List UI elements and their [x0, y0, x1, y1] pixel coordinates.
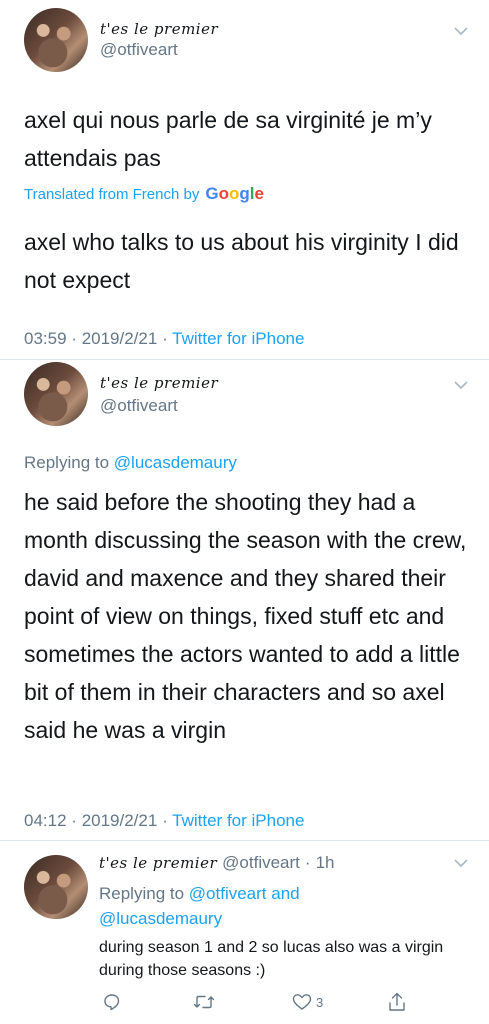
translated-label: Translated from French by [24, 186, 200, 203]
reply-button[interactable] [103, 993, 121, 1011]
mention-link[interactable]: @lucasdemaury [99, 909, 222, 928]
tweet-source-link[interactable]: Twitter for iPhone [172, 811, 304, 830]
display-name[interactable]: t'es le premier [100, 20, 218, 38]
divider [0, 840, 489, 841]
replying-to: Replying to @lucasdemaury [24, 453, 237, 473]
avatar[interactable] [24, 362, 88, 426]
mention-link[interactable]: @lucasdemaury [114, 453, 237, 472]
like-count: 3 [316, 994, 324, 1010]
reply-icon [104, 994, 120, 1011]
tweet-text: he said before the shooting they had a m… [24, 489, 467, 743]
reply-header: t'es le premier @otfiveart · 1h [99, 853, 334, 873]
translation-attribution[interactable]: Translated from French by Google [24, 184, 264, 204]
tweet-meta: 03:59 · 2019/2/21 · Twitter for iPhone [24, 329, 304, 349]
tweet-time: 04:12 [24, 811, 67, 830]
avatar[interactable] [24, 8, 88, 72]
like-icon [292, 994, 312, 1010]
display-name[interactable]: t'es le premier [100, 374, 218, 392]
divider [0, 359, 489, 360]
tweet-text: axel qui nous parle de sa virginité je m… [24, 107, 432, 171]
separator: · [71, 811, 77, 830]
retweet-icon [193, 995, 215, 1009]
display-name[interactable]: t'es le premier [99, 854, 217, 872]
handle[interactable]: @otfiveart [100, 40, 178, 60]
share-icon [389, 992, 405, 1011]
tweet-meta: 04:12 · 2019/2/21 · Twitter for iPhone [24, 811, 304, 831]
chevron-down-icon[interactable] [454, 378, 468, 392]
chevron-down-icon[interactable] [454, 24, 468, 38]
handle[interactable]: @otfiveart [100, 396, 178, 416]
mention-and: and [271, 884, 300, 903]
share-button[interactable] [388, 992, 406, 1012]
handle[interactable]: @otfiveart [222, 853, 300, 873]
separator: · [304, 853, 311, 872]
like-button[interactable]: 3 [292, 993, 323, 1011]
separator: · [71, 329, 77, 348]
replying-to-label: Replying to [99, 884, 185, 903]
translated-text: axel who talks to us about his virginity… [24, 229, 459, 293]
retweet-button[interactable] [193, 993, 215, 1011]
separator: · [162, 811, 168, 830]
mention-link[interactable]: @otfiveart [189, 884, 267, 903]
tweet-age: 1h [315, 853, 335, 872]
tweet-source-link[interactable]: Twitter for iPhone [172, 329, 304, 348]
replying-to: Replying to @otfiveart and @lucasdemaury [99, 881, 459, 931]
chevron-down-icon[interactable] [454, 856, 468, 870]
tweet-date: 2019/2/21 [81, 329, 158, 348]
tweet-date: 2019/2/21 [81, 811, 158, 830]
google-logo: Google [205, 184, 264, 203]
avatar[interactable] [24, 855, 88, 919]
tweet-time: 03:59 [24, 329, 67, 348]
replying-to-label: Replying to [24, 453, 110, 472]
tweet-text: during season 1 and 2 so lucas also was … [99, 939, 444, 979]
separator: · [162, 329, 168, 348]
